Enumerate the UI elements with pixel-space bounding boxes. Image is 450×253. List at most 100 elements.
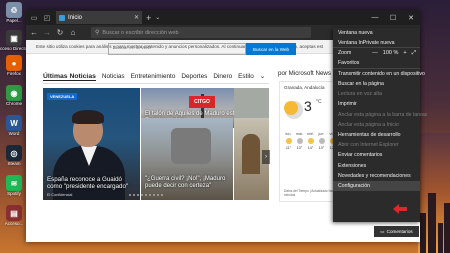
- desktop-icon-label: Acceso...: [4, 221, 24, 226]
- refresh-icon[interactable]: ↻: [55, 28, 65, 37]
- menu-item[interactable]: Herramientas de desarrollo: [333, 130, 420, 140]
- story-card-main[interactable]: VENEZUELA España reconoce a Guaidó como …: [43, 88, 140, 200]
- carousel-dot[interactable]: [149, 194, 151, 196]
- menu-item[interactable]: Extensiones: [333, 160, 420, 170]
- cloud-icon: [318, 138, 325, 144]
- menu-item-label: Ventana nueva: [338, 30, 373, 37]
- menu-item[interactable]: Imprimir: [333, 99, 420, 109]
- news-tab[interactable]: Entretenimiento: [131, 73, 176, 80]
- close-tab-icon[interactable]: ✕: [134, 14, 139, 21]
- maximize-icon[interactable]: ☐: [384, 14, 402, 22]
- zoom-out-button[interactable]: —: [372, 50, 378, 57]
- story-photo-top-right: [234, 88, 269, 118]
- news-tab[interactable]: Últimas Noticias: [43, 73, 96, 81]
- carousel-dot[interactable]: [133, 194, 135, 196]
- desktop-icon[interactable]: ● Firefox: [2, 55, 26, 76]
- menu-item[interactable]: Novedades y recomendaciones: [333, 171, 420, 181]
- tab-inicio[interactable]: Inicio ✕: [56, 11, 142, 24]
- menu-item-label: Favoritos: [338, 60, 360, 67]
- desktop-icon[interactable]: ▤ Acceso...: [2, 205, 26, 226]
- carousel-dot[interactable]: [125, 194, 127, 196]
- desktop-app-icon: ◉: [6, 85, 22, 101]
- zoom-in-button[interactable]: +: [403, 50, 406, 57]
- web-search-button[interactable]: Buscar en la Web: [246, 43, 296, 55]
- forecast-temp: 13°: [296, 146, 303, 150]
- carousel-dot[interactable]: [153, 194, 155, 196]
- news-tab[interactable]: Dinero: [213, 73, 232, 80]
- forecast-day-name: mar.: [295, 132, 304, 136]
- back-icon[interactable]: ←: [29, 28, 39, 37]
- new-tab-icon[interactable]: +: [146, 13, 151, 23]
- desktop-icon[interactable]: ♲ Papel...: [2, 2, 26, 23]
- news-tab[interactable]: Estilo: [238, 73, 254, 80]
- msn-favicon-icon: [59, 14, 65, 21]
- menu-item[interactable]: Abrir con Internet Explorer: [333, 140, 420, 150]
- forecast-day: mié. 14°: [306, 132, 315, 150]
- desktop-icon-label: Papel...: [6, 18, 22, 23]
- minimize-icon[interactable]: —: [366, 14, 384, 22]
- next-slide-icon[interactable]: ›: [262, 150, 270, 164]
- title-bar: ▭ ◰ Inicio ✕ + ⌄ — ☐ ✕: [26, 10, 420, 25]
- menu-item[interactable]: Anclar esta página a la barra de tareas: [333, 110, 427, 120]
- menu-item-label: Enviar comentarios: [338, 152, 383, 159]
- menu-item[interactable]: Zoom — 100 % + ⤢: [333, 48, 420, 58]
- comments-button[interactable]: ▭ Comentarios: [374, 226, 419, 237]
- menu-item[interactable]: Favoritos: [333, 59, 420, 69]
- menu-item-label: Anclar esta página a la barra de tareas: [338, 111, 428, 118]
- carousel-dot[interactable]: [157, 194, 159, 196]
- story-card-maduro[interactable]: "¿Guerra civil? ¡No!", ¡Maduro puede dec…: [141, 118, 233, 200]
- menu-item-label: Ventana InPrivate nueva: [338, 39, 395, 46]
- news-more-chevron-icon[interactable]: ⌄: [260, 72, 265, 80]
- menu-item-label: Buscar en la página: [338, 81, 384, 88]
- carousel-dot[interactable]: [129, 194, 131, 196]
- forward-icon[interactable]: →: [42, 28, 52, 37]
- close-window-icon[interactable]: ✕: [402, 14, 420, 22]
- menu-item-label: Extensiones: [338, 162, 367, 169]
- forecast-temp: 11°: [285, 146, 292, 150]
- news-tab[interactable]: Deportes: [181, 73, 207, 80]
- desktop-app-icon: W: [6, 115, 22, 131]
- carousel-dot[interactable]: [141, 194, 143, 196]
- desktop-icon[interactable]: W Word: [2, 115, 26, 136]
- desktop-icon[interactable]: ▣ Acceso Directo...: [0, 30, 31, 51]
- desktop-app-icon: ≋: [6, 175, 22, 191]
- menu-item-label: Transmitir contenido en un dispositivo: [338, 70, 425, 77]
- menu-item[interactable]: Configuración: [333, 180, 420, 191]
- desktop-app-icon: ●: [6, 55, 22, 71]
- menu-item[interactable]: Anclar esta página a Inicio: [333, 120, 420, 130]
- carousel-dot[interactable]: [161, 194, 163, 196]
- fullscreen-icon[interactable]: ⤢: [412, 50, 416, 57]
- desktop-icon[interactable]: ◉ Chrome: [2, 85, 26, 106]
- news-tab[interactable]: Noticias: [102, 73, 125, 80]
- address-input[interactable]: ⚲ Buscar o escribir dirección web: [91, 27, 311, 38]
- menu-item[interactable]: Enviar comentarios: [333, 150, 420, 160]
- desktop-icon-label: Steam: [7, 161, 21, 166]
- desktop-icon[interactable]: ◎ Steam: [2, 145, 26, 166]
- cloud-icon: [296, 138, 303, 144]
- weather-location: Granada, Andalucía: [284, 85, 325, 90]
- home-icon[interactable]: ⌂: [68, 28, 78, 37]
- carousel-dot[interactable]: [137, 194, 139, 196]
- forecast-day: jue. 13°: [317, 132, 326, 150]
- tab-list-chevron-icon[interactable]: ⌄: [155, 14, 160, 21]
- photo-figure: [242, 134, 260, 174]
- menu-item[interactable]: Buscar en la página: [333, 79, 420, 89]
- desktop-app-icon: ♲: [6, 2, 22, 18]
- menu-item-label: Novedades y recomendaciones: [338, 172, 411, 179]
- weather-temp: 3: [304, 98, 312, 114]
- tab-preview-icon[interactable]: ▭: [29, 13, 39, 23]
- menu-item[interactable]: Ventana nueva: [333, 28, 420, 38]
- desktop-icon[interactable]: ≋ Spotify: [2, 175, 26, 196]
- nav-divider: [43, 83, 269, 84]
- web-search-input[interactable]: Buscar en la Web: [108, 43, 246, 55]
- forecast-temp: 14°: [307, 146, 314, 150]
- tabs-aside-icon[interactable]: ◰: [42, 13, 52, 23]
- menu-item[interactable]: Ventana InPrivate nueva: [333, 38, 420, 49]
- desktop-app-icon: ▤: [6, 205, 22, 221]
- desktop-icon-label: Firefox: [7, 71, 21, 76]
- menu-item[interactable]: Transmitir contenido en un dispositivo: [333, 69, 425, 79]
- menu-item-label: Lectura en voz alta: [338, 91, 382, 98]
- carousel-dot[interactable]: [145, 194, 147, 196]
- zoom-level: 100 %: [382, 49, 399, 56]
- menu-item[interactable]: Lectura en voz alta: [333, 89, 420, 99]
